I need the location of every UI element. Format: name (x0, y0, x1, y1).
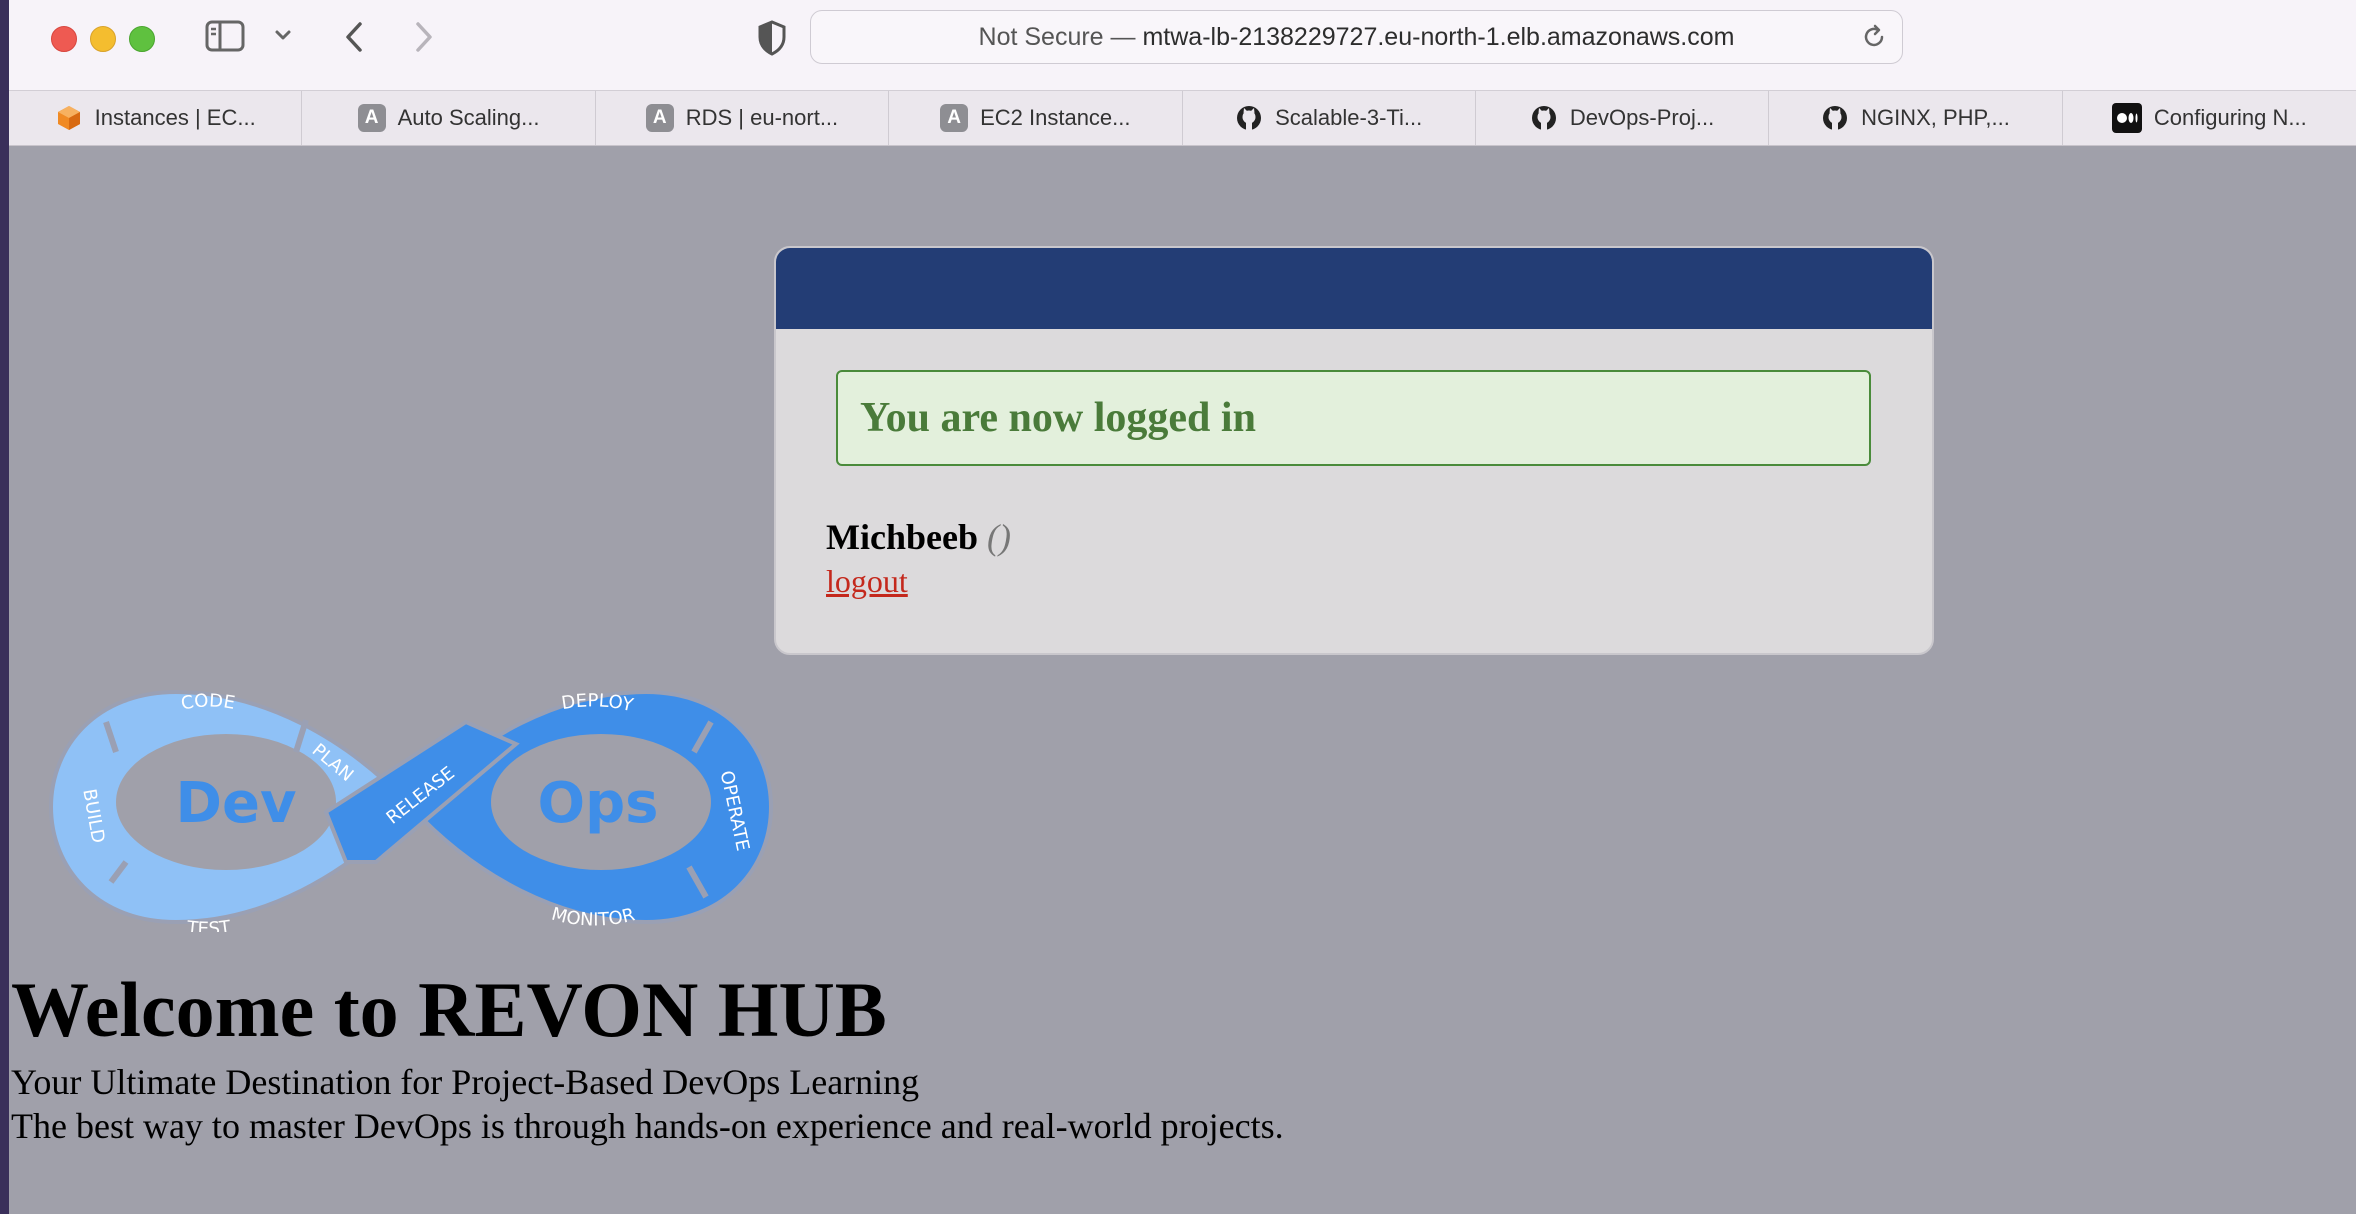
user-info: Michbeeb () (826, 516, 1011, 558)
login-success-message: You are now logged in (836, 370, 1871, 466)
aws-ec2-icon (55, 104, 83, 132)
tab-label: Auto Scaling... (397, 105, 540, 130)
privacy-shield-icon[interactable] (757, 20, 787, 56)
hero-subtitle: Your Ultimate Destination for Project-Ba… (11, 1062, 920, 1102)
tab-label: RDS | eu-nort... (685, 105, 839, 130)
svg-text:CODE: CODE (179, 690, 236, 714)
svg-text:TEST: TEST (185, 917, 233, 932)
forward-icon[interactable] (413, 20, 435, 54)
tab-instances-ec2[interactable]: Instances | EC... (9, 91, 303, 145)
chevron-down-icon[interactable] (274, 28, 292, 42)
a-icon: A (645, 104, 674, 132)
desktop-edge (0, 0, 9, 1214)
medium-icon (2111, 103, 2142, 133)
back-icon[interactable] (343, 20, 365, 54)
browser-window: Not Secure — mtwa-lb-2138229727.eu-north… (9, 0, 2356, 1214)
tab-label: NGINX, PHP,... (1861, 105, 2010, 130)
not-secure-label: Not Secure — (978, 22, 1136, 51)
card-header-bar (776, 248, 1932, 329)
page-title: Welcome to REVON HUB (11, 966, 887, 1053)
logout-link[interactable]: logout (826, 563, 908, 600)
reload-icon[interactable] (1860, 23, 1888, 58)
sidebar-icon[interactable] (205, 20, 245, 52)
github-icon (1235, 104, 1263, 132)
logo-ops-text: Ops (537, 771, 658, 836)
browser-toolbar: Not Secure — mtwa-lb-2138229727.eu-north… (9, 0, 2356, 90)
tab-bar: Instances | EC... A Auto Scaling... A RD… (9, 90, 2356, 146)
tab-scalable-3-tier[interactable]: Scalable-3-Ti... (1183, 91, 1476, 145)
user-role: () (986, 517, 1011, 557)
address-bar[interactable]: Not Secure — mtwa-lb-2138229727.eu-north… (810, 10, 1903, 64)
url-host: mtwa-lb-2138229727.eu-north-1.elb.amazon… (1142, 22, 1735, 51)
tab-label: EC2 Instance... (980, 105, 1131, 130)
tab-ec2-instance[interactable]: A EC2 Instance... (889, 91, 1183, 145)
logo-stage-test: TEST (185, 917, 233, 940)
username: Michbeeb (826, 517, 978, 557)
tab-label: Scalable-3-Ti... (1275, 105, 1423, 130)
hero-tagline: The best way to master DevOps is through… (11, 1106, 1284, 1146)
tab-label: Configuring N... (2153, 105, 2307, 130)
github-icon (1821, 104, 1849, 132)
hero-section: Welcome to REVON HUB Your Ultimate Desti… (11, 960, 2311, 1148)
github-icon (1530, 104, 1558, 132)
a-icon: A (940, 104, 969, 132)
login-status-card: You are now logged in Michbeeb () logout (774, 246, 1934, 655)
tab-devops-project[interactable]: DevOps-Proj... (1476, 91, 1770, 145)
close-window-button[interactable] (51, 26, 77, 52)
tab-nginx-php[interactable]: NGINX, PHP,... (1769, 91, 2063, 145)
minimize-window-button[interactable] (90, 26, 116, 52)
a-icon: A (357, 104, 386, 132)
logo-stage-code: CODE (179, 690, 236, 714)
tab-label: DevOps-Proj... (1569, 105, 1715, 130)
zoom-window-button[interactable] (129, 26, 155, 52)
tab-label: Instances | EC... (94, 105, 256, 130)
tab-configuring-nginx[interactable]: Configuring N... (2063, 91, 2356, 145)
logo-dev-text: Dev (176, 771, 297, 836)
tab-auto-scaling[interactable]: A Auto Scaling... (302, 91, 596, 145)
tab-rds[interactable]: A RDS | eu-nort... (596, 91, 890, 145)
devops-logo: Dev Ops CODE PLAN BUILD TEST RELEASE DEP… (46, 682, 776, 940)
